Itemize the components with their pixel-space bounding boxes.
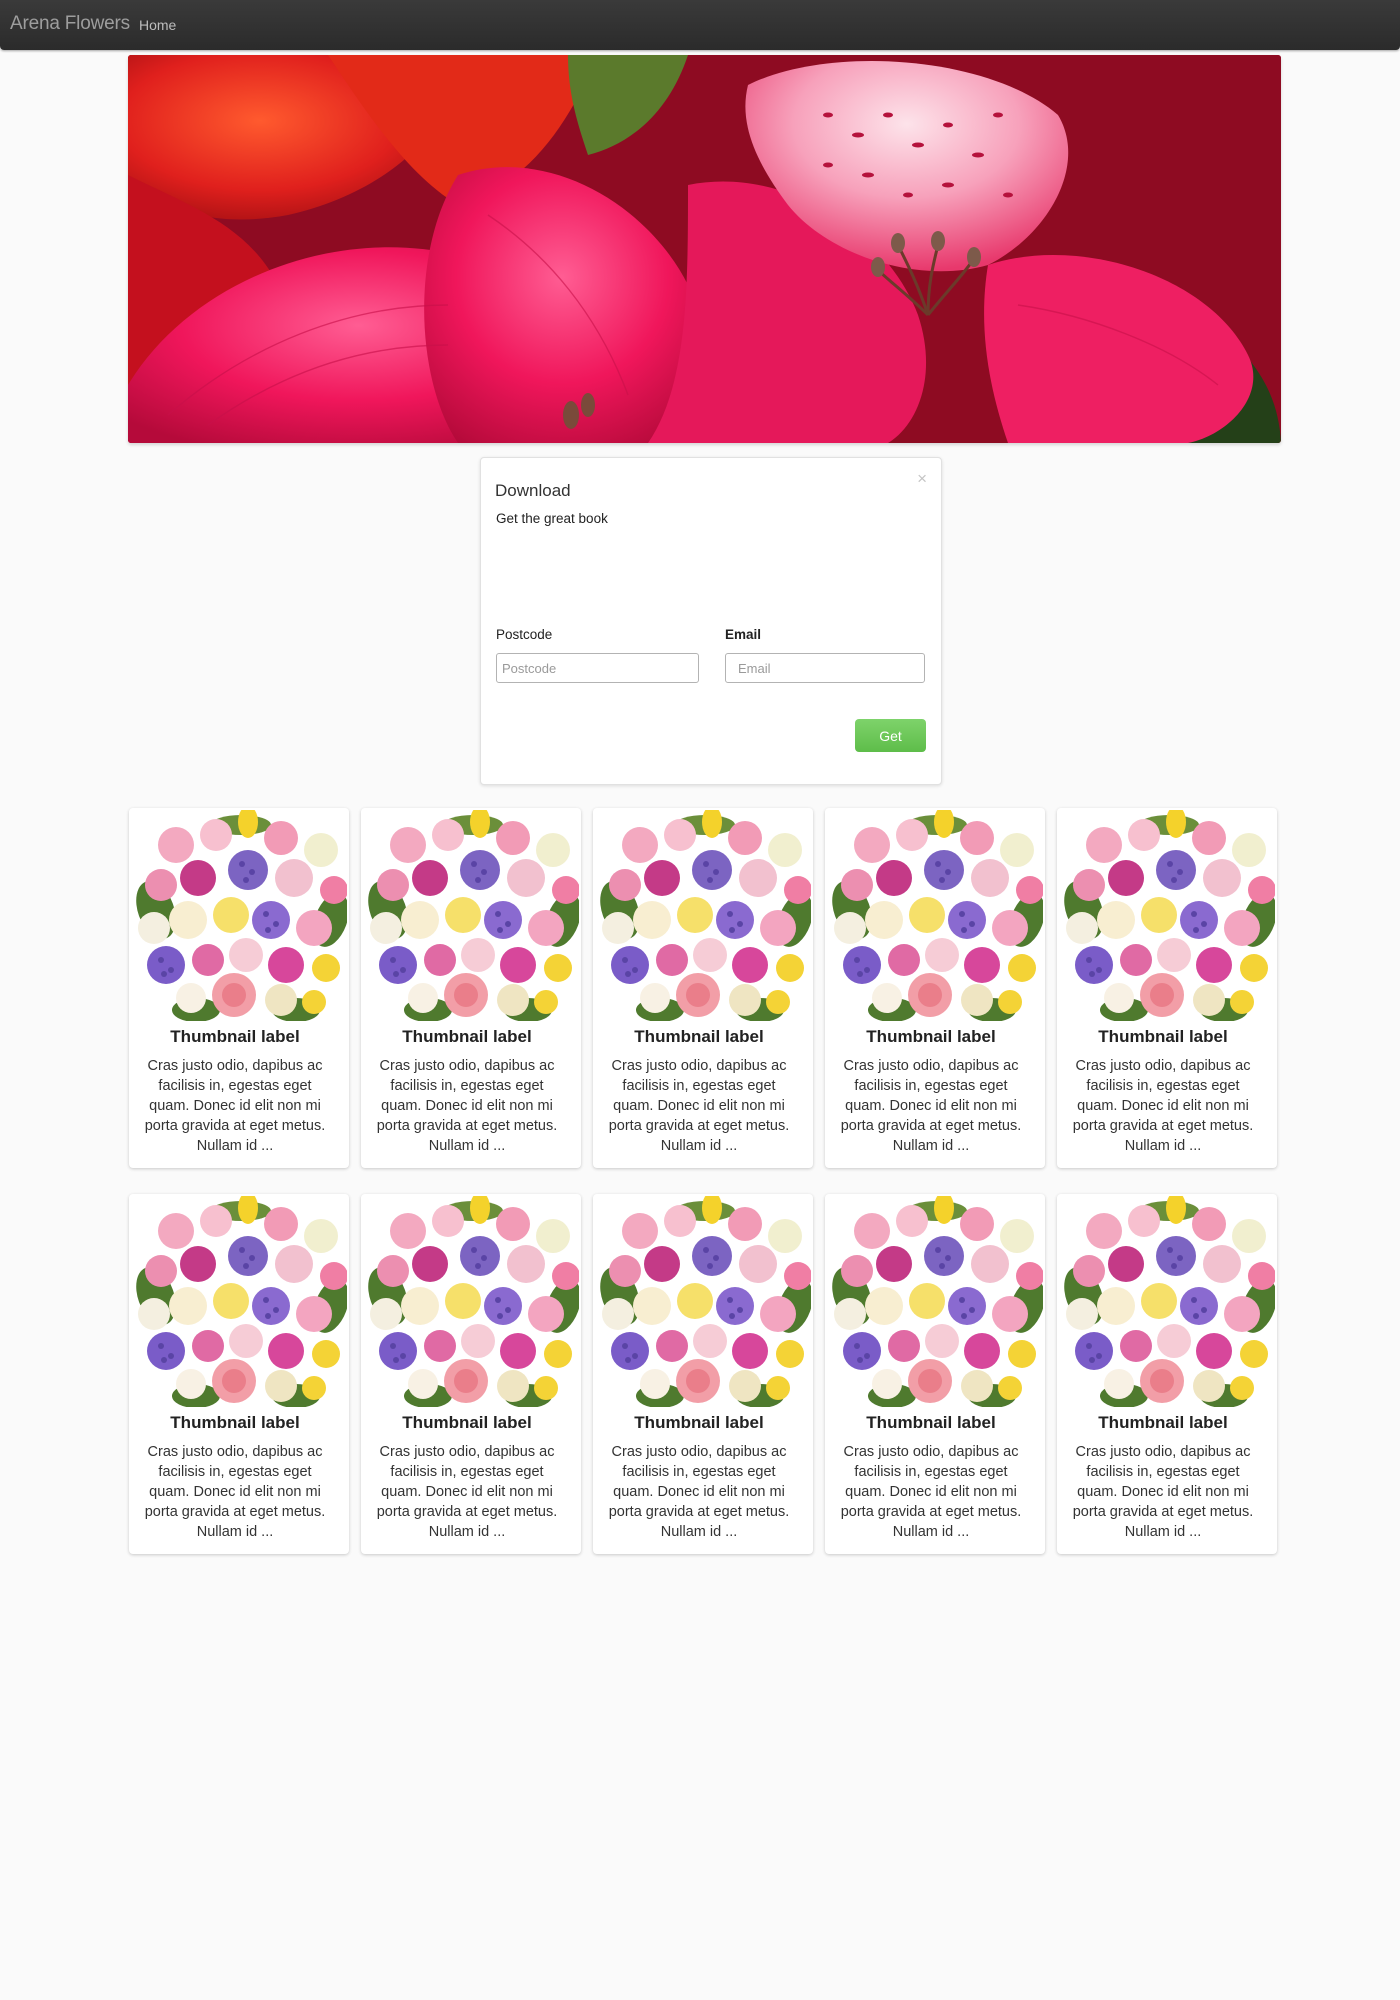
thumbnail-label: Thumbnail label — [170, 1413, 300, 1432]
thumbnail-card[interactable]: Thumbnail label Cras justo odio, dapibus … — [129, 808, 349, 1168]
thumbnail-caption: Cras justo odio, dapibus ac facilisis in… — [144, 1058, 326, 1154]
thumbnail-caption: Cras justo odio, dapibus ac facilisis in… — [1072, 1444, 1254, 1540]
thumbnail-card[interactable]: Thumbnail label Cras justo odio, dapibus … — [593, 808, 813, 1168]
thumbnail-label: Thumbnail label — [1098, 1027, 1228, 1046]
thumbnail-card[interactable]: Thumbnail label Cras justo odio, dapibus … — [593, 1194, 813, 1554]
thumbnail-card[interactable]: Thumbnail label Cras justo odio, dapibus … — [361, 1194, 581, 1554]
close-icon[interactable]: × — [917, 470, 927, 487]
thumbnail-image — [368, 1196, 579, 1407]
thumbnail-image — [1064, 1196, 1275, 1407]
thumbnail-image — [600, 1196, 811, 1407]
email-label: Email — [725, 627, 762, 642]
thumbnail-card[interactable]: Thumbnail label Cras justo odio, dapibus … — [1057, 1194, 1277, 1554]
get-button[interactable]: Get — [855, 719, 926, 752]
nav-link-home[interactable]: Home — [139, 17, 176, 33]
thumbnail-caption: Cras justo odio, dapibus ac facilisis in… — [840, 1444, 1022, 1540]
thumbnail-image — [1064, 810, 1275, 1021]
thumbnail-caption: Cras justo odio, dapibus ac facilisis in… — [376, 1444, 558, 1540]
thumbnail-caption: Cras justo odio, dapibus ac facilisis in… — [840, 1058, 1022, 1154]
thumbnail-caption: Cras justo odio, dapibus ac facilisis in… — [144, 1444, 326, 1540]
thumbnail-caption: Cras justo odio, dapibus ac facilisis in… — [376, 1058, 558, 1154]
thumbnail-card[interactable]: Thumbnail label Cras justo odio, dapibus … — [825, 1194, 1045, 1554]
thumbnail-label: Thumbnail label — [170, 1027, 300, 1046]
download-panel: × Download Get the great book Postcode E… — [480, 457, 942, 785]
hero-flower-illustration — [128, 55, 1281, 443]
thumbnail-label: Thumbnail label — [634, 1027, 764, 1046]
hero-banner-image — [128, 55, 1281, 443]
thumbnail-label: Thumbnail label — [402, 1413, 532, 1432]
thumbnail-image — [136, 1196, 347, 1407]
thumbnail-label: Thumbnail label — [634, 1413, 764, 1432]
thumbnail-label: Thumbnail label — [1098, 1413, 1228, 1432]
thumbnail-label: Thumbnail label — [402, 1027, 532, 1046]
thumbnail-image — [832, 1196, 1043, 1407]
thumbnail-caption: Cras justo odio, dapibus ac facilisis in… — [1072, 1058, 1254, 1154]
thumbnail-card[interactable]: Thumbnail label Cras justo odio, dapibus … — [129, 1194, 349, 1554]
thumbnail-label: Thumbnail label — [866, 1413, 996, 1432]
postcode-input[interactable] — [496, 653, 699, 683]
brand-logo-link[interactable]: Arena Flowers — [10, 13, 130, 35]
thumbnail-image — [832, 810, 1043, 1021]
thumbnail-card[interactable]: Thumbnail label Cras justo odio, dapibus … — [361, 808, 581, 1168]
thumbnail-image — [600, 810, 811, 1021]
thumbnail-image — [136, 810, 347, 1021]
email-input[interactable] — [725, 653, 925, 683]
thumbnail-card[interactable]: Thumbnail label Cras justo odio, dapibus … — [825, 808, 1045, 1168]
top-navbar: Arena Flowers Home — [0, 0, 1400, 50]
thumbnail-label: Thumbnail label — [866, 1027, 996, 1046]
panel-title: Download — [495, 481, 571, 500]
thumbnail-card[interactable]: Thumbnail label Cras justo odio, dapibus … — [1057, 808, 1277, 1168]
postcode-label: Postcode — [496, 627, 553, 642]
thumbnail-image — [368, 810, 579, 1021]
thumbnail-caption: Cras justo odio, dapibus ac facilisis in… — [608, 1444, 790, 1540]
panel-subtitle: Get the great book — [496, 511, 608, 526]
thumbnail-caption: Cras justo odio, dapibus ac facilisis in… — [608, 1058, 790, 1154]
